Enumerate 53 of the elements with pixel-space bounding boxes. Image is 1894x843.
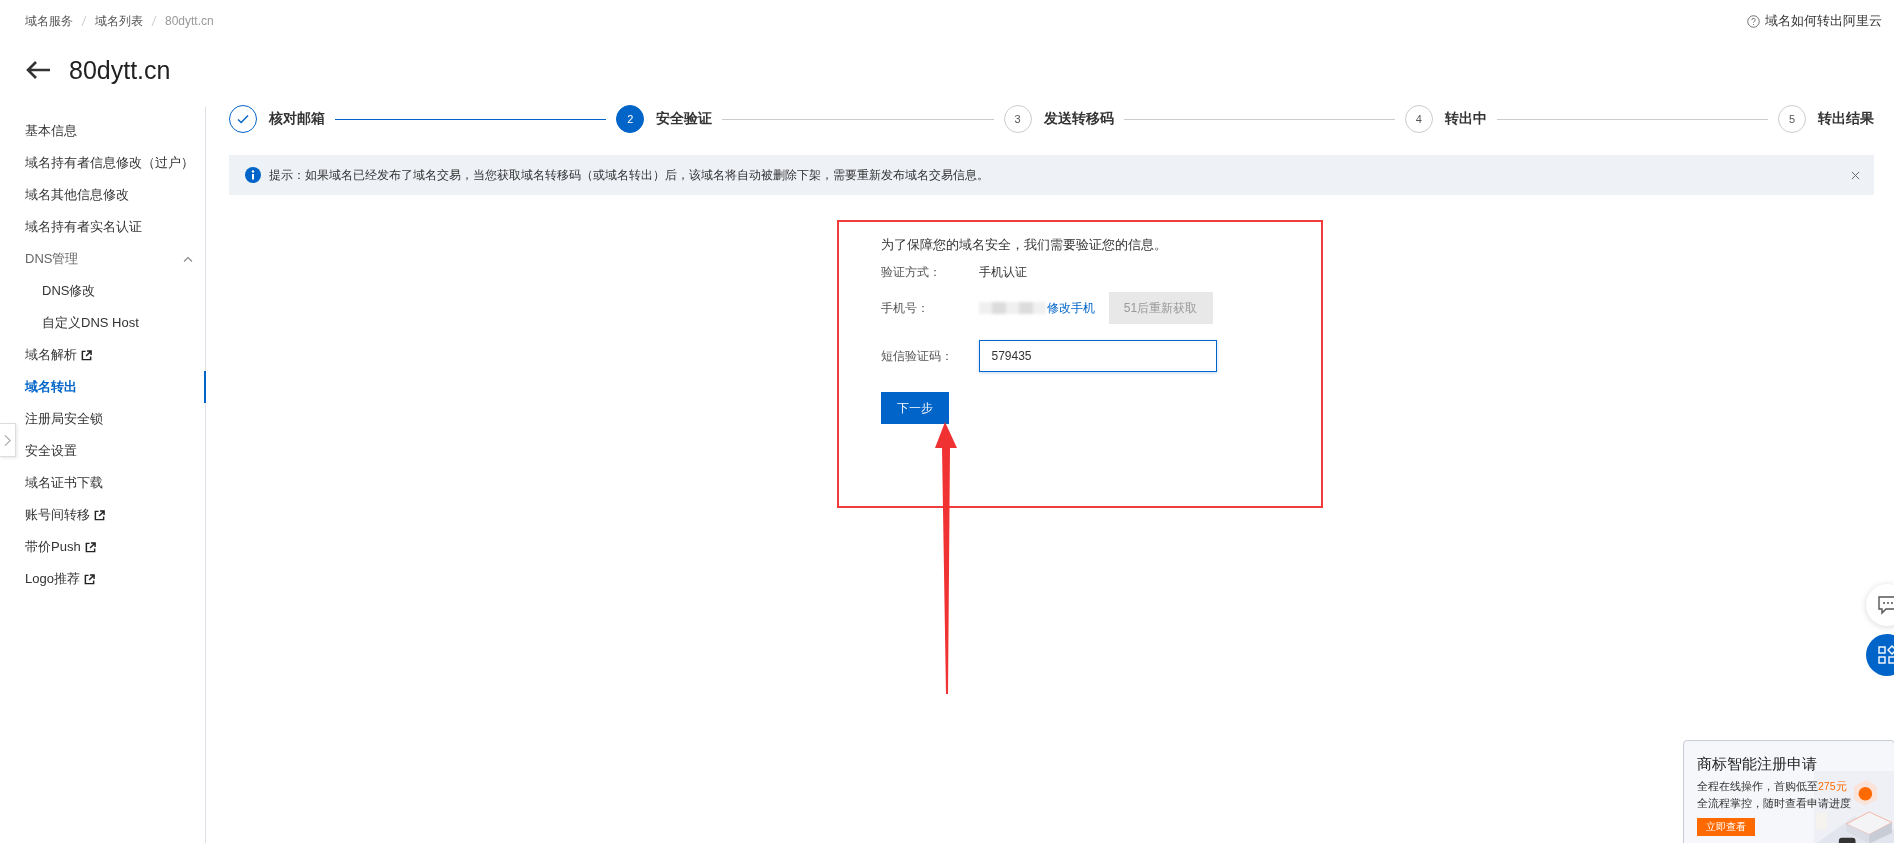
field-label: 验证方式： [880,263,942,281]
step-number: 5 [1778,105,1806,133]
info-icon [245,167,261,183]
step-number: 4 [1404,105,1433,133]
sms-code-field[interactable]: 579435 [978,340,1217,372]
step-number: 3 [1003,105,1032,133]
ad-text: 全程在线操作，首购低至 [1697,780,1818,792]
field-label: 短信验证码： [880,347,954,365]
help-link[interactable]: 域名如何转出阿里云 [1747,12,1882,30]
step-label: 转出中 [1444,110,1487,128]
step-number: 2 [616,105,645,133]
sidebar-item[interactable]: 域名持有者信息修改（过户） [25,147,205,179]
breadcrumb-link[interactable]: 域名列表 [95,12,143,30]
redacted-phone-number [978,302,1047,314]
next-step-button[interactable]: 下一步 [880,392,949,424]
sidebar-item[interactable]: DNS修改 [25,275,205,307]
sidebar-item[interactable]: 账号间转移 [25,499,205,531]
chat-icon [1877,595,1894,615]
field-value: 手机认证 [978,263,1027,281]
close-icon[interactable] [1851,170,1860,180]
ad-title: 商标智能注册申请 [1697,755,1818,774]
chevron-right-icon [4,433,11,447]
sidebar-item[interactable]: 基本信息 [25,115,205,147]
sidebar-item[interactable]: 域名证书下载 [25,467,205,499]
sidebar-toggle-button[interactable] [0,423,16,457]
sidebar-item[interactable]: 域名其他信息修改 [25,179,205,211]
sidebar-item[interactable]: 注册局安全锁 [25,403,205,435]
apps-icon [1877,645,1894,665]
sidebar-group[interactable]: DNS管理 [25,243,205,275]
ad-text: 全流程掌控，随时查看申请进度 [1697,797,1851,809]
step-label: 核对邮箱 [269,110,325,128]
back-arrow-icon[interactable] [25,60,51,80]
sidebar-item[interactable]: Logo推荐 [25,563,205,595]
page-title: 80dytt.cn [69,55,171,85]
step-label: 发送转移码 [1043,110,1114,128]
sidebar-item[interactable]: 带价Push [25,531,205,563]
sidebar-item[interactable]: 域名解析 [25,339,205,371]
breadcrumb-link[interactable]: 域名服务 [25,12,73,30]
ad-price: 275元 [1818,780,1847,792]
sidebar-item[interactable]: 自定义DNS Host [25,307,205,339]
change-phone-link[interactable]: 修改手机 [1046,299,1095,317]
sidebar-item[interactable]: 安全设置 [25,435,205,467]
step-label: 安全验证 [656,110,713,128]
breadcrumb-separator [151,15,157,27]
step-label: 转出结果 [1818,110,1874,128]
sidebar-item[interactable]: 域名持有者实名认证 [25,211,205,243]
breadcrumb-separator [81,15,87,27]
alert-text: 提示：如果域名已经发布了域名交易，当您获取域名转移码（或域名转出）后，该域名将自动被删除下架，需要重新发布域名交易信息。 [269,166,990,184]
field-label: 手机号： [880,299,930,317]
sidebar-item[interactable]: 域名转出 [25,371,205,403]
intro-text: 为了保障您的域名安全，我们需要验证您的信息。 [880,236,1168,254]
help-icon [1747,14,1760,28]
ad-card[interactable]: 商标智能注册申请 全程在线操作，首购低至275元 全流程掌控，随时查看申请进度 立即查看 [1683,740,1894,843]
